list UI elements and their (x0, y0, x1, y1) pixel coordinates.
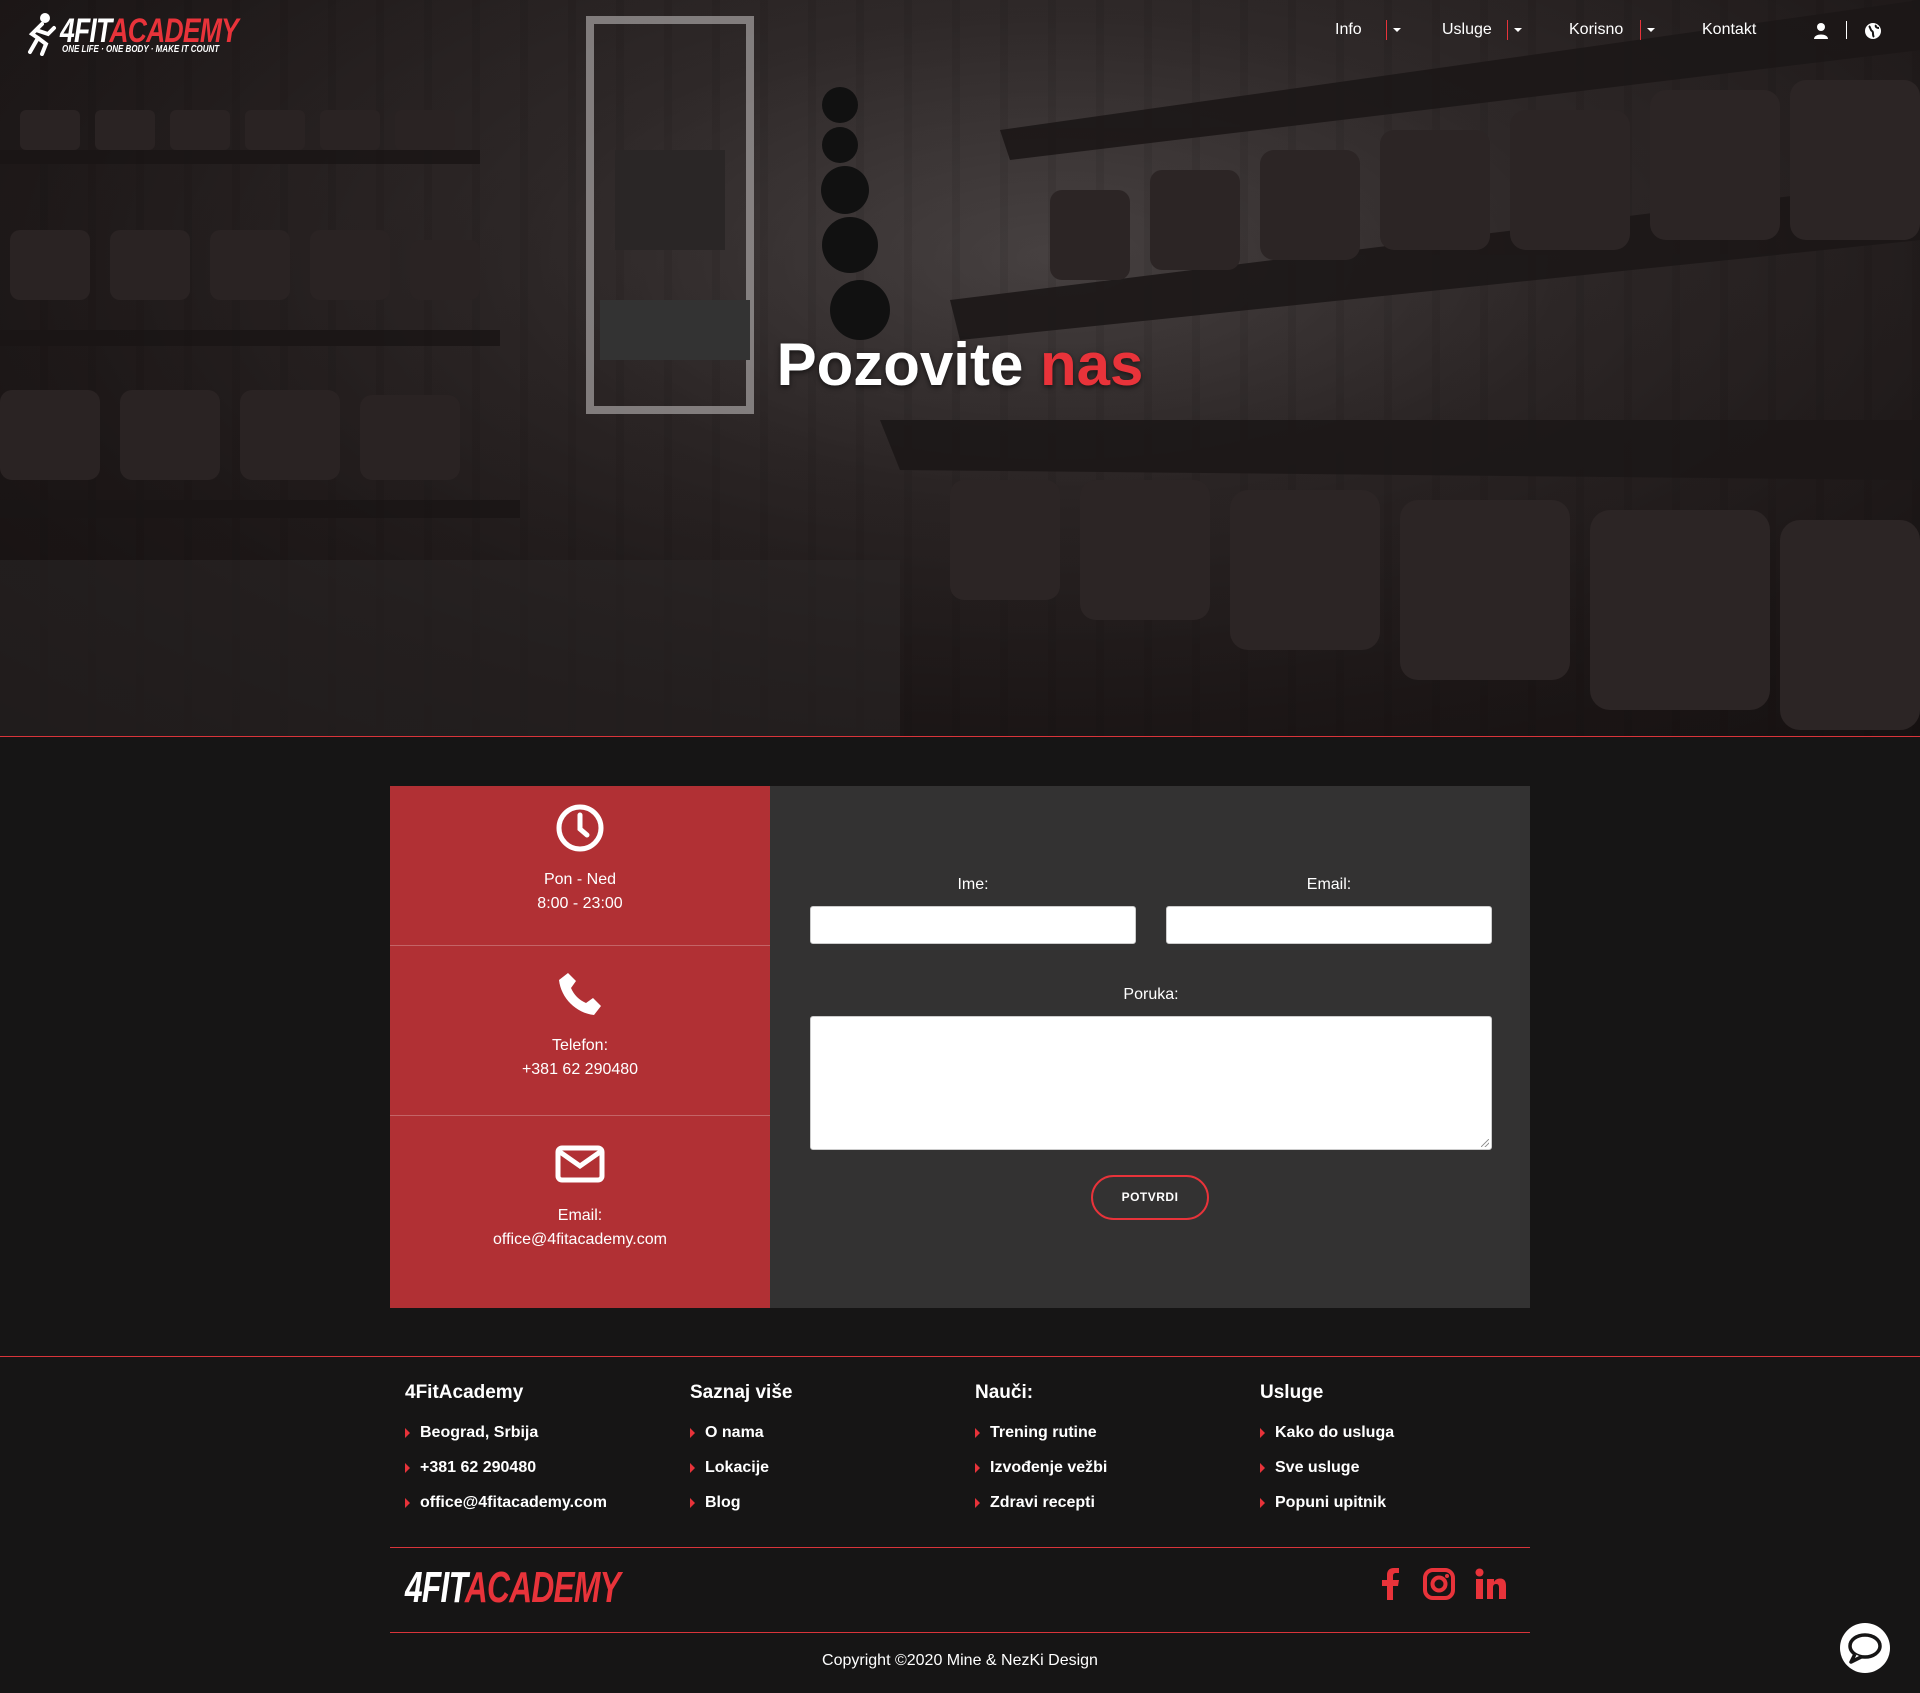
chat-button[interactable] (1840, 1623, 1890, 1673)
email-field-label: Email: (1306, 876, 1352, 893)
message-textarea[interactable] (810, 1016, 1492, 1150)
footer-column-learn: Nauči: Trening rutine Izvođenje vežbi Zd… (975, 1382, 1235, 1527)
phone-block: Telefon: +381 62 290480 (390, 946, 770, 1116)
nav-item-korisno[interactable]: Korisno (1569, 18, 1623, 42)
page-title-accent: nas (1040, 331, 1144, 398)
facebook-icon[interactable] (1374, 1567, 1408, 1601)
footer-column-learn-more: Saznaj više O nama Lokacije Blog (690, 1382, 950, 1527)
footer-logo-white: 4FIT (405, 1563, 466, 1612)
footer-logo[interactable]: 4FITACADEMY (405, 1563, 621, 1613)
phone-icon (559, 973, 601, 1015)
contact-section: Pon - Ned 8:00 - 23:00 Telefon: +381 62 … (390, 786, 1530, 1308)
hours-time: 8:00 - 23:00 (537, 895, 623, 912)
footer-link-trening-rutine[interactable]: Trening rutine (975, 1422, 1235, 1457)
phone-label: Telefon: (551, 1037, 609, 1054)
footer-column-title: 4FitAcademy (405, 1382, 524, 1403)
phone-number[interactable]: +381 62 290480 (390, 1058, 770, 1082)
nav-info-dropdown-toggle[interactable] (1386, 20, 1401, 40)
nav-item-kontakt[interactable]: Kontakt (1702, 18, 1756, 42)
footer-link-popuni-upitnik[interactable]: Popuni upitnik (1260, 1492, 1520, 1527)
user-icon[interactable] (1812, 22, 1830, 40)
contact-info-panel: Pon - Ned 8:00 - 23:00 Telefon: +381 62 … (390, 786, 770, 1308)
footer-link-sve-usluge[interactable]: Sve usluge (1260, 1457, 1520, 1492)
nav-usluge-dropdown-toggle[interactable] (1507, 20, 1522, 40)
copyright-text: Copyright ©2020 Mine & NezKi Design (822, 1652, 1098, 1669)
footer-link-phone[interactable]: +381 62 290480 (405, 1457, 665, 1492)
logo-tagline: ONE LIFE · ONE BODY · MAKE IT COUNT (62, 44, 220, 55)
nav-separator (1846, 21, 1847, 39)
submit-button[interactable]: POTVRDI (1091, 1175, 1209, 1220)
email-block: Email: office@4fitacademy.com (390, 1116, 770, 1308)
hours-block: Pon - Ned 8:00 - 23:00 (390, 786, 770, 946)
footer-link-o-nama[interactable]: O nama (690, 1422, 950, 1457)
hours-days: Pon - Ned (543, 871, 617, 888)
chat-bubble-icon (1848, 1633, 1882, 1664)
footer-link-lokacije[interactable]: Lokacije (690, 1457, 950, 1492)
footer-column-company: 4FitAcademy Beograd, Srbija +381 62 2904… (405, 1382, 665, 1527)
footer-link-email[interactable]: office@4fitacademy.com (405, 1492, 665, 1527)
nav-korisno-dropdown-toggle[interactable] (1640, 20, 1655, 40)
page-title: Pozovite nas (0, 330, 1920, 399)
main-nav: Info Usluge Korisno Kontakt (0, 18, 1920, 44)
instagram-icon[interactable] (1422, 1567, 1456, 1601)
globe-icon[interactable] (1864, 22, 1882, 40)
footer-logo-red: ACADEMY (464, 1563, 621, 1612)
footer-column-title: Nauči: (975, 1382, 1034, 1403)
message-label: Poruka: (1123, 986, 1179, 1003)
linkedin-icon[interactable] (1474, 1567, 1508, 1601)
name-label: Ime: (957, 876, 989, 893)
hero-banner: Pozovite nas (0, 0, 1920, 737)
page-title-main: Pozovite (776, 331, 1024, 398)
footer-bottom-divider (390, 1632, 1530, 1633)
footer-column-services: Usluge Kako do usluga Sve usluge Popuni … (1260, 1382, 1520, 1527)
footer-divider (390, 1547, 1530, 1548)
envelope-icon (555, 1145, 605, 1183)
email-label: Email: (557, 1207, 603, 1224)
nav-item-info[interactable]: Info (1335, 18, 1362, 42)
footer-link-kako-do-usluga[interactable]: Kako do usluga (1260, 1422, 1520, 1457)
footer-link-zdravi-recepti[interactable]: Zdravi recepti (975, 1492, 1235, 1527)
footer-column-title: Usluge (1260, 1382, 1324, 1403)
email-field[interactable] (1166, 906, 1492, 944)
footer-link-izvodjenje-vezbi[interactable]: Izvođenje vežbi (975, 1457, 1235, 1492)
nav-item-usluge[interactable]: Usluge (1442, 18, 1492, 42)
footer-link-address[interactable]: Beograd, Srbija (405, 1422, 665, 1457)
contact-form: Ime: Email: Poruka: POTVRDI (770, 786, 1530, 1308)
footer-link-blog[interactable]: Blog (690, 1492, 950, 1527)
textarea-resize-handle[interactable] (1481, 1139, 1489, 1147)
email-address[interactable]: office@4fitacademy.com (390, 1228, 770, 1252)
clock-icon (556, 804, 604, 852)
footer-top-divider (0, 1356, 1920, 1357)
name-field[interactable] (810, 906, 1136, 944)
footer-column-title: Saznaj više (690, 1382, 793, 1403)
